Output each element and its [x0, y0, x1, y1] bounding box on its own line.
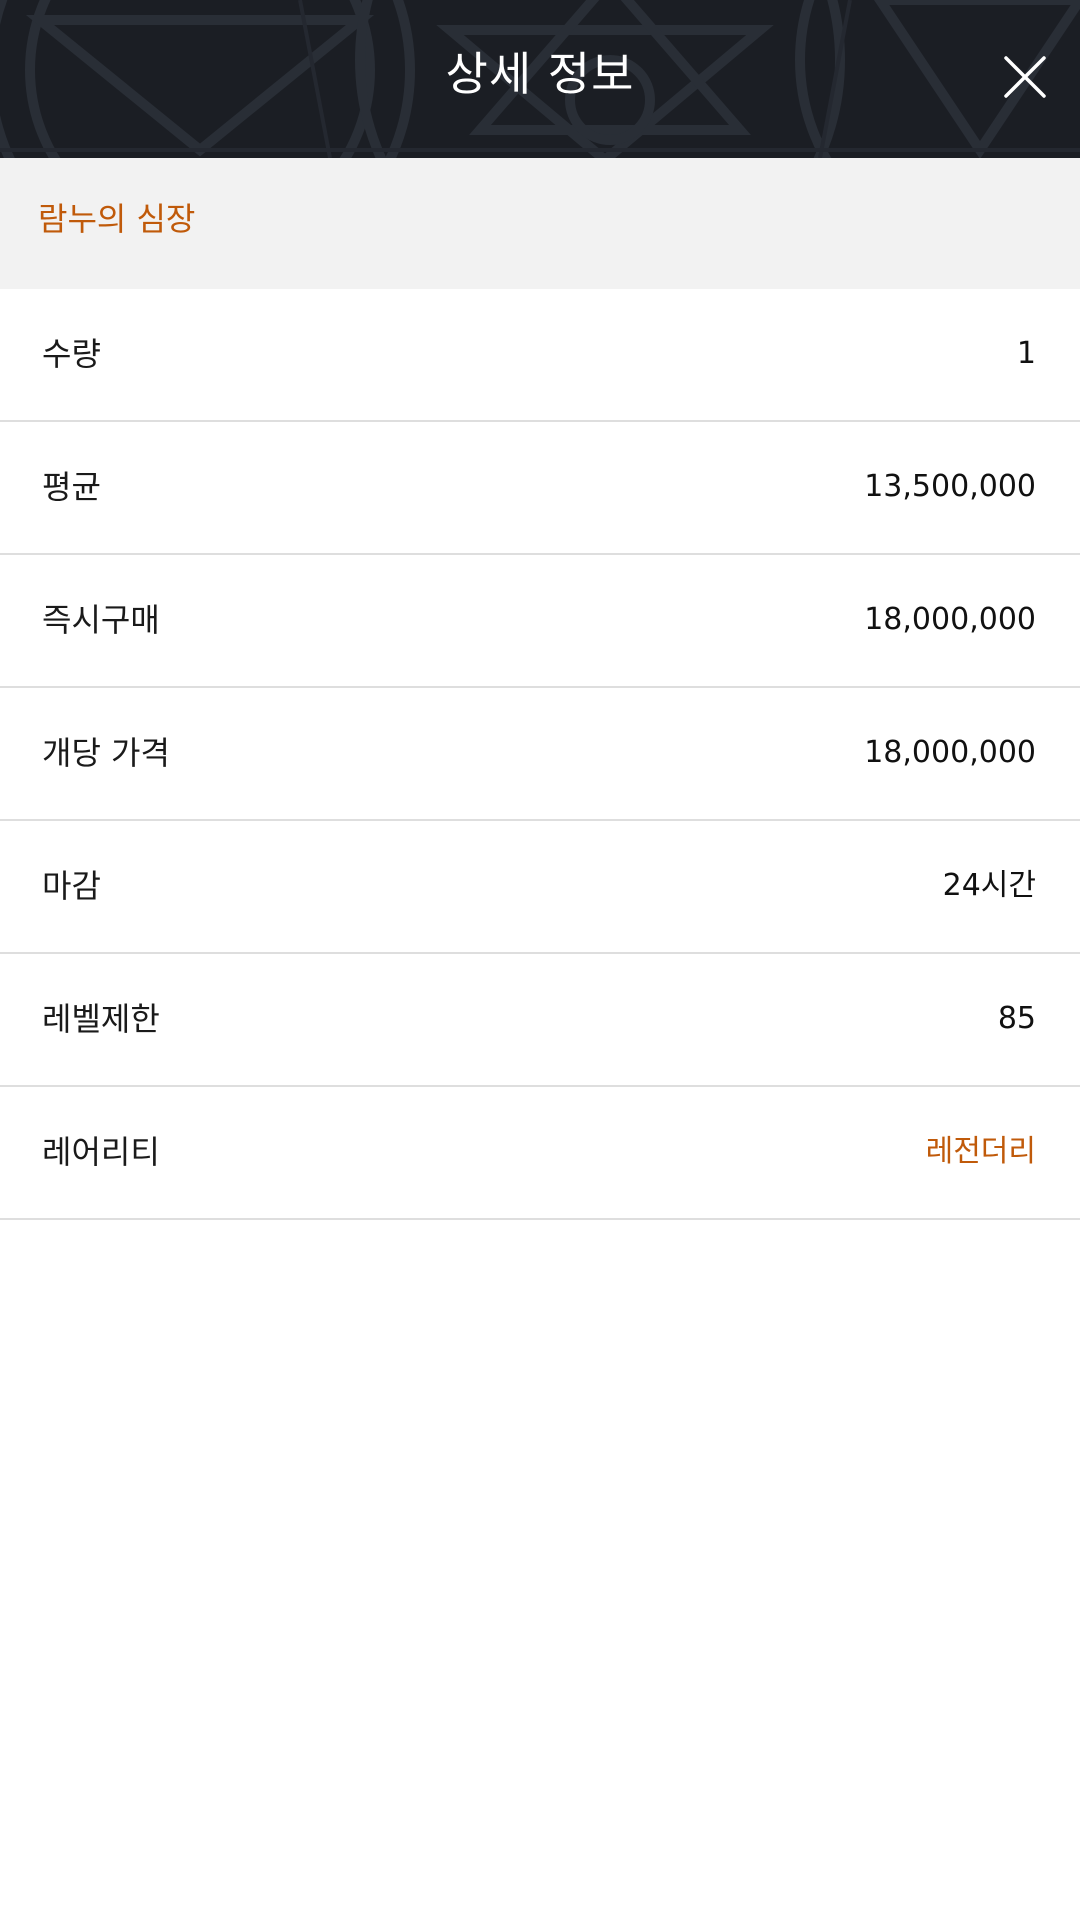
- item-title-band: 람누의 심장: [0, 158, 1080, 289]
- detail-label: 즉시구매: [42, 601, 160, 639]
- detail-label: 개당 가격: [42, 734, 170, 772]
- detail-row-rarity: 레어리티 레전더리: [0, 1087, 1080, 1220]
- close-button[interactable]: [1004, 56, 1046, 98]
- detail-value: 18,000,000: [864, 735, 1036, 770]
- detail-screen: 상세 정보 람누의 심장 수량 1 평균 13,500,000 즉시구매 18,…: [0, 0, 1080, 1920]
- detail-row-buyout: 즉시구매 18,000,000: [0, 555, 1080, 688]
- header-bar: 상세 정보: [0, 0, 1080, 158]
- detail-label: 수량: [42, 335, 101, 373]
- detail-value: 1: [1016, 336, 1036, 371]
- detail-label: 레벨제한: [42, 1000, 160, 1038]
- detail-label: 평균: [42, 468, 101, 506]
- detail-label: 레어리티: [42, 1133, 160, 1171]
- detail-value: 18,000,000: [864, 602, 1036, 637]
- detail-row-quantity: 수량 1: [0, 289, 1080, 422]
- detail-row-level-limit: 레벨제한 85: [0, 954, 1080, 1087]
- detail-row-unit-price: 개당 가격 18,000,000: [0, 688, 1080, 821]
- detail-value: 85: [997, 1001, 1036, 1036]
- detail-value: 13,500,000: [864, 469, 1036, 504]
- close-icon: [1004, 56, 1046, 98]
- detail-list: 수량 1 평균 13,500,000 즉시구매 18,000,000 개당 가격…: [0, 289, 1080, 1220]
- rarity-value: 레전더리: [925, 1134, 1036, 1169]
- detail-row-average: 평균 13,500,000: [0, 422, 1080, 555]
- item-name: 람누의 심장: [38, 200, 196, 238]
- detail-row-deadline: 마감 24시간: [0, 821, 1080, 954]
- page-title: 상세 정보: [445, 47, 635, 101]
- detail-label: 마감: [42, 867, 101, 905]
- detail-value: 24시간: [942, 868, 1036, 903]
